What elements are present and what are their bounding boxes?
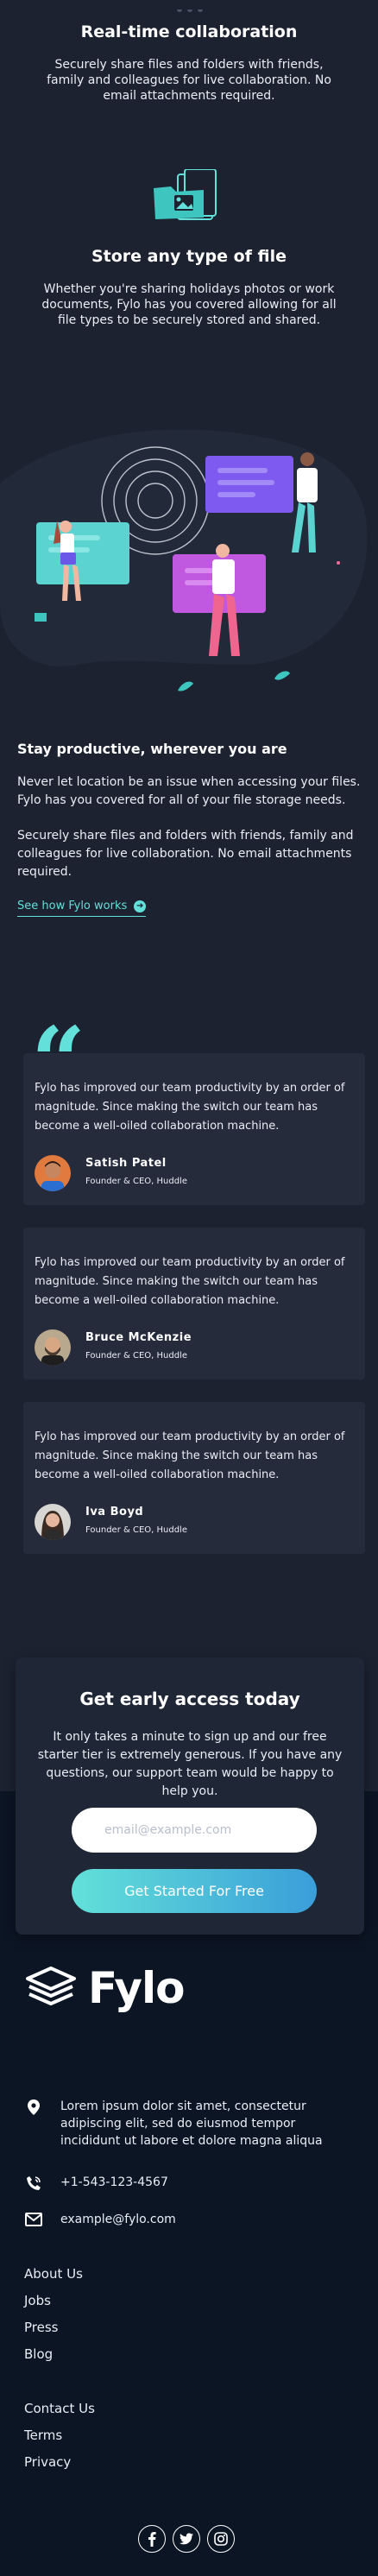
avatar (35, 1155, 71, 1191)
instagram-icon[interactable] (207, 2525, 235, 2553)
email-input[interactable] (72, 1808, 317, 1853)
store-title: Store any type of file (91, 247, 287, 266)
phone-text: +1-543-123-4567 (60, 2175, 168, 2189)
testimonial-role: Founder & CEO, Huddle (85, 1525, 187, 1535)
collab-text: Securely share files and folders with fr… (47, 58, 331, 103)
testimonial-quote: Fylo has improved our team productivity … (35, 1430, 345, 1481)
twitter-icon[interactable] (173, 2525, 200, 2553)
location-pin-icon (24, 2098, 43, 2115)
cta-title: Get early access today (79, 1689, 300, 1709)
footer-address: Lorem ipsum dolor sit amet, consectetur … (24, 2098, 361, 2150)
get-started-button[interactable]: Get Started For Free (72, 1869, 317, 1913)
productive-para-1: Never let location be an issue when acce… (17, 775, 361, 807)
top-cropped-dots (173, 0, 207, 12)
testimonial-card: Fylo has improved our team productivity … (23, 1228, 365, 1380)
store-files-icon (152, 168, 228, 228)
address-text: Lorem ipsum dolor sit amet, consectetur … (60, 2099, 323, 2148)
testimonial-quote: Fylo has improved our team productivity … (35, 1082, 345, 1133)
testimonial-name: Bruce McKenzie (85, 1331, 192, 1344)
footer-link-press[interactable]: Press (24, 2320, 58, 2335)
testimonial-name: Satish Patel (85, 1157, 167, 1170)
avatar (35, 1504, 71, 1540)
testimonial-card: Fylo has improved our team productivity … (23, 1402, 365, 1554)
see-how-link[interactable]: See how Fylo works ➜ (17, 900, 147, 917)
phone-icon (24, 2174, 43, 2191)
store-text: Whether you're sharing holidays photos o… (41, 282, 337, 327)
facebook-icon[interactable] (138, 2525, 166, 2553)
footer-link-privacy[interactable]: Privacy (24, 2454, 71, 2470)
cta-text: It only takes a minute to sign up and ou… (37, 1730, 343, 1798)
collab-title: Real-time collaboration (80, 22, 298, 41)
productive-illustration (0, 406, 378, 708)
footer-link-jobs[interactable]: Jobs (24, 2293, 51, 2308)
email-text: example@fylo.com (60, 2213, 176, 2226)
testimonial-quote: Fylo has improved our team productivity … (35, 1256, 345, 1307)
arrow-right-icon: ➜ (134, 900, 147, 912)
footer-link-blog[interactable]: Blog (24, 2346, 53, 2362)
footer-link-contact[interactable]: Contact Us (24, 2401, 95, 2416)
testimonial-name: Iva Boyd (85, 1506, 144, 1518)
avatar (35, 1329, 71, 1366)
productive-para-2: Securely share files and folders with fr… (17, 829, 354, 879)
early-access-card: Get early access today It only takes a m… (16, 1657, 364, 1935)
brand-name: Fylo (88, 1963, 186, 2013)
productive-title: Stay productive, wherever you are (17, 741, 287, 757)
see-how-link-label: See how Fylo works (17, 900, 128, 912)
footer-link-about[interactable]: About Us (24, 2266, 83, 2282)
testimonial-role: Founder & CEO, Huddle (85, 1351, 187, 1361)
testimonial-card: Fylo has improved our team productivity … (23, 1053, 365, 1205)
footer-link-terms[interactable]: Terms (24, 2428, 62, 2443)
email-icon (24, 2211, 43, 2226)
testimonial-role: Founder & CEO, Huddle (85, 1177, 187, 1186)
logo-icon (24, 1966, 78, 2011)
footer-phone[interactable]: +1-543-123-4567 (24, 2174, 168, 2191)
social-links (138, 2525, 235, 2553)
footer-logo[interactable]: Fylo (24, 1963, 186, 2013)
footer-email[interactable]: example@fylo.com (24, 2211, 176, 2228)
